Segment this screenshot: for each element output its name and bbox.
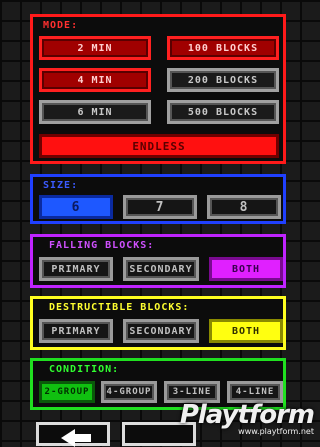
- mode-4min-button[interactable]: 4 MIN: [39, 68, 151, 92]
- mode-endless-button[interactable]: ENDLESS: [39, 134, 279, 158]
- mode-panel: MODE: 2 MIN 100 BLOCKS 4 MIN 200 BLOCKS …: [30, 14, 286, 164]
- condition-4-group-button[interactable]: 4-GROUP: [101, 381, 157, 403]
- falling-secondary-button[interactable]: SECONDARY: [123, 257, 199, 281]
- watermark-logo: Playtform: [179, 400, 315, 430]
- destructible-primary-button[interactable]: PRIMARY: [39, 319, 113, 343]
- mode-title: MODE:: [43, 20, 79, 31]
- size-title: SIZE:: [43, 180, 79, 191]
- condition-2-group-button[interactable]: 2-GROUP: [39, 381, 95, 403]
- falling-primary-button[interactable]: PRIMARY: [39, 257, 113, 281]
- falling-blocks-panel: FALLING BLOCKS: PRIMARY SECONDARY BOTH: [30, 234, 286, 288]
- mode-100-blocks-button[interactable]: 100 BLOCKS: [167, 36, 279, 60]
- falling-blocks-title: FALLING BLOCKS:: [49, 240, 155, 251]
- size-8-button[interactable]: 8: [207, 195, 281, 219]
- size-6-button[interactable]: 6: [39, 195, 113, 219]
- destructible-both-button[interactable]: BOTH: [209, 319, 283, 343]
- watermark: Playtform www.playtform.net: [179, 400, 315, 436]
- mode-6min-button[interactable]: 6 MIN: [39, 100, 151, 124]
- condition-title: CONDITION:: [49, 364, 120, 375]
- destructible-blocks-title: DESTRUCTIBLE BLOCKS:: [49, 302, 190, 313]
- mode-2min-button[interactable]: 2 MIN: [39, 36, 151, 60]
- falling-both-button[interactable]: BOTH: [209, 257, 283, 281]
- size-panel: SIZE: 6 7 8: [30, 174, 286, 224]
- back-button[interactable]: [36, 422, 110, 447]
- destructible-blocks-panel: DESTRUCTIBLE BLOCKS: PRIMARY SECONDARY B…: [30, 296, 286, 350]
- size-7-button[interactable]: 7: [123, 195, 197, 219]
- destructible-secondary-button[interactable]: SECONDARY: [123, 319, 199, 343]
- mode-500-blocks-button[interactable]: 500 BLOCKS: [167, 100, 279, 124]
- mode-200-blocks-button[interactable]: 200 BLOCKS: [167, 68, 279, 92]
